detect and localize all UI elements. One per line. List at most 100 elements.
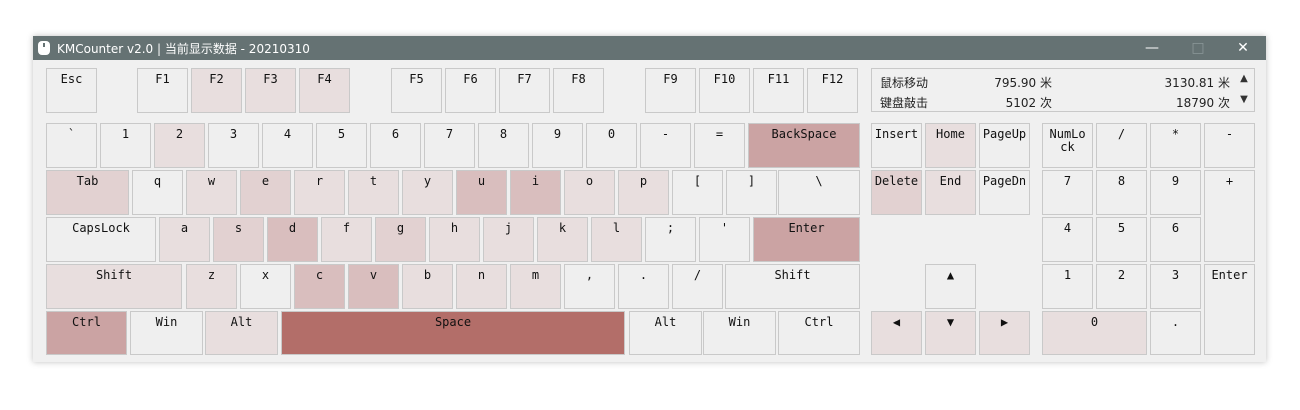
key-5: 5 — [316, 123, 367, 168]
key-2: 2 — [154, 123, 205, 168]
key-q: q — [132, 170, 183, 215]
key-label: Ctrl — [804, 315, 834, 329]
scroll-down-icon[interactable]: ▼ — [1238, 93, 1250, 107]
key-g: g — [375, 217, 426, 262]
key-label: w — [207, 174, 216, 188]
key-backspace: BackSpace — [748, 123, 860, 168]
key-label: * — [1171, 127, 1180, 141]
key-np9: 9 — [1150, 170, 1201, 215]
key-n: n — [456, 264, 507, 309]
key-x: x — [240, 264, 291, 309]
key-lalt: Alt — [205, 311, 278, 355]
key-c: c — [294, 264, 345, 309]
key-label: F4 — [317, 72, 332, 86]
key-capslock: CapsLock — [46, 217, 156, 262]
key-v: v — [348, 264, 399, 309]
key-i: i — [510, 170, 561, 215]
key-label: c — [315, 268, 324, 282]
key-e: e — [240, 170, 291, 215]
key-label: u — [477, 174, 486, 188]
key-label: 8 — [499, 127, 508, 141]
key-label: m — [531, 268, 540, 282]
key-8: 8 — [478, 123, 529, 168]
key-lshift: Shift — [46, 264, 182, 309]
key-label: 8 — [1117, 174, 1126, 188]
key-count-label: 键盘敲击 — [880, 96, 929, 110]
key-label: n — [477, 268, 486, 282]
key-label: 9 — [553, 127, 562, 141]
key-label: 2 — [175, 127, 184, 141]
key-label: b — [423, 268, 432, 282]
key-label: PageDn — [982, 174, 1027, 188]
key-0: 0 — [586, 123, 637, 168]
key-6: 6 — [370, 123, 421, 168]
key-label: F3 — [263, 72, 278, 86]
key-backtick: ` — [46, 123, 97, 168]
key-label: 9 — [1171, 174, 1180, 188]
key-f2: F2 — [191, 68, 242, 113]
key-label: f — [342, 221, 351, 235]
key-u: u — [456, 170, 507, 215]
key-label: ` — [67, 127, 76, 141]
key-np-plus: + — [1204, 170, 1255, 262]
key-y: y — [402, 170, 453, 215]
key-rctrl: Ctrl — [778, 311, 860, 355]
key-np-enter: Enter — [1204, 264, 1255, 355]
key-l: l — [591, 217, 642, 262]
key-s: s — [213, 217, 264, 262]
key-label: F6 — [463, 72, 478, 86]
key-label: F11 — [767, 72, 790, 86]
mouse-distance-label: 鼠标移动 — [880, 76, 929, 90]
key-label: - — [661, 127, 670, 141]
key-right: ▶ — [979, 311, 1030, 355]
key-label: h — [450, 221, 459, 235]
key-label: F2 — [209, 72, 224, 86]
key-label: Home — [936, 127, 965, 141]
key-np2: 2 — [1096, 264, 1147, 309]
key-f11: F11 — [753, 68, 804, 113]
key-w: w — [186, 170, 237, 215]
key-label: Tab — [76, 174, 99, 188]
key-np-dot: . — [1150, 311, 1201, 355]
key-label: F9 — [663, 72, 678, 86]
key-pagedn: PageDn — [979, 170, 1030, 215]
key-f5: F5 — [391, 68, 442, 113]
scroll-up-icon[interactable]: ▲ — [1238, 72, 1250, 86]
key-up: ▲ — [925, 264, 976, 309]
key-quote: ' — [699, 217, 750, 262]
key-label: g — [396, 221, 405, 235]
key-label: Space — [434, 315, 472, 329]
key-label: 4 — [1063, 221, 1072, 235]
key-label: + — [1225, 174, 1234, 188]
key-label: Ctrl — [72, 315, 101, 329]
key-label: 0 — [607, 127, 616, 141]
key-period: . — [618, 264, 669, 309]
key-label: e — [261, 174, 270, 188]
key-label: Enter — [1211, 268, 1248, 282]
key-tab: Tab — [46, 170, 129, 215]
app-window: KMCounter v2.0 | 当前显示数据 - 20210310 — □ ✕… — [33, 36, 1266, 362]
key-backslash: \ — [778, 170, 860, 215]
key-comma: , — [564, 264, 615, 309]
key-label: v — [369, 268, 378, 282]
key-label: 6 — [391, 127, 400, 141]
key-f9: F9 — [645, 68, 696, 113]
key-label: Esc — [60, 72, 83, 86]
key-label: 7 — [1063, 174, 1072, 188]
key-3: 3 — [208, 123, 259, 168]
key-label: Shift — [95, 268, 133, 282]
key-label: s — [234, 221, 243, 235]
key-label: ▶ — [1000, 315, 1009, 329]
key-label: 5 — [1117, 221, 1126, 235]
key-delete: Delete — [871, 170, 922, 215]
key-numlock: NumLo ck — [1042, 123, 1093, 168]
key-rwin: Win — [703, 311, 776, 355]
key-space: Space — [281, 311, 625, 355]
key-label: F10 — [713, 72, 736, 86]
key-f6: F6 — [445, 68, 496, 113]
key-label: ◀ — [892, 315, 901, 329]
key-label: [ — [693, 174, 702, 188]
key-label: i — [531, 174, 540, 188]
key-f3: F3 — [245, 68, 296, 113]
key-label: 0 — [1090, 315, 1099, 329]
